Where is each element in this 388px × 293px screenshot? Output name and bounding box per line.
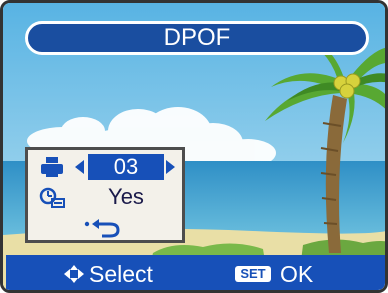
date-icon [39,187,65,208]
decrease-arrow-icon[interactable] [75,160,84,174]
back-row[interactable] [28,212,182,242]
printer-icon [41,157,63,177]
date-imprint-row[interactable]: Yes [28,182,182,212]
set-button-badge: SET [235,266,271,282]
select-hint-label: Select [89,261,153,287]
camera-screen: DPOF 03 Yes Select SET OK [0,0,388,293]
copies-value[interactable]: 03 [88,154,164,180]
ok-hint-label: OK [280,261,314,287]
date-imprint-value[interactable]: Yes [88,184,164,210]
increase-arrow-icon[interactable] [166,160,175,174]
dpof-settings-panel: 03 Yes [25,147,185,243]
four-way-arrow-icon [64,265,84,283]
back-return-icon[interactable] [84,217,124,239]
page-title: DPOF [25,21,369,55]
copies-row[interactable]: 03 [28,152,182,182]
bottom-help-bar: Select SET OK [6,255,385,290]
